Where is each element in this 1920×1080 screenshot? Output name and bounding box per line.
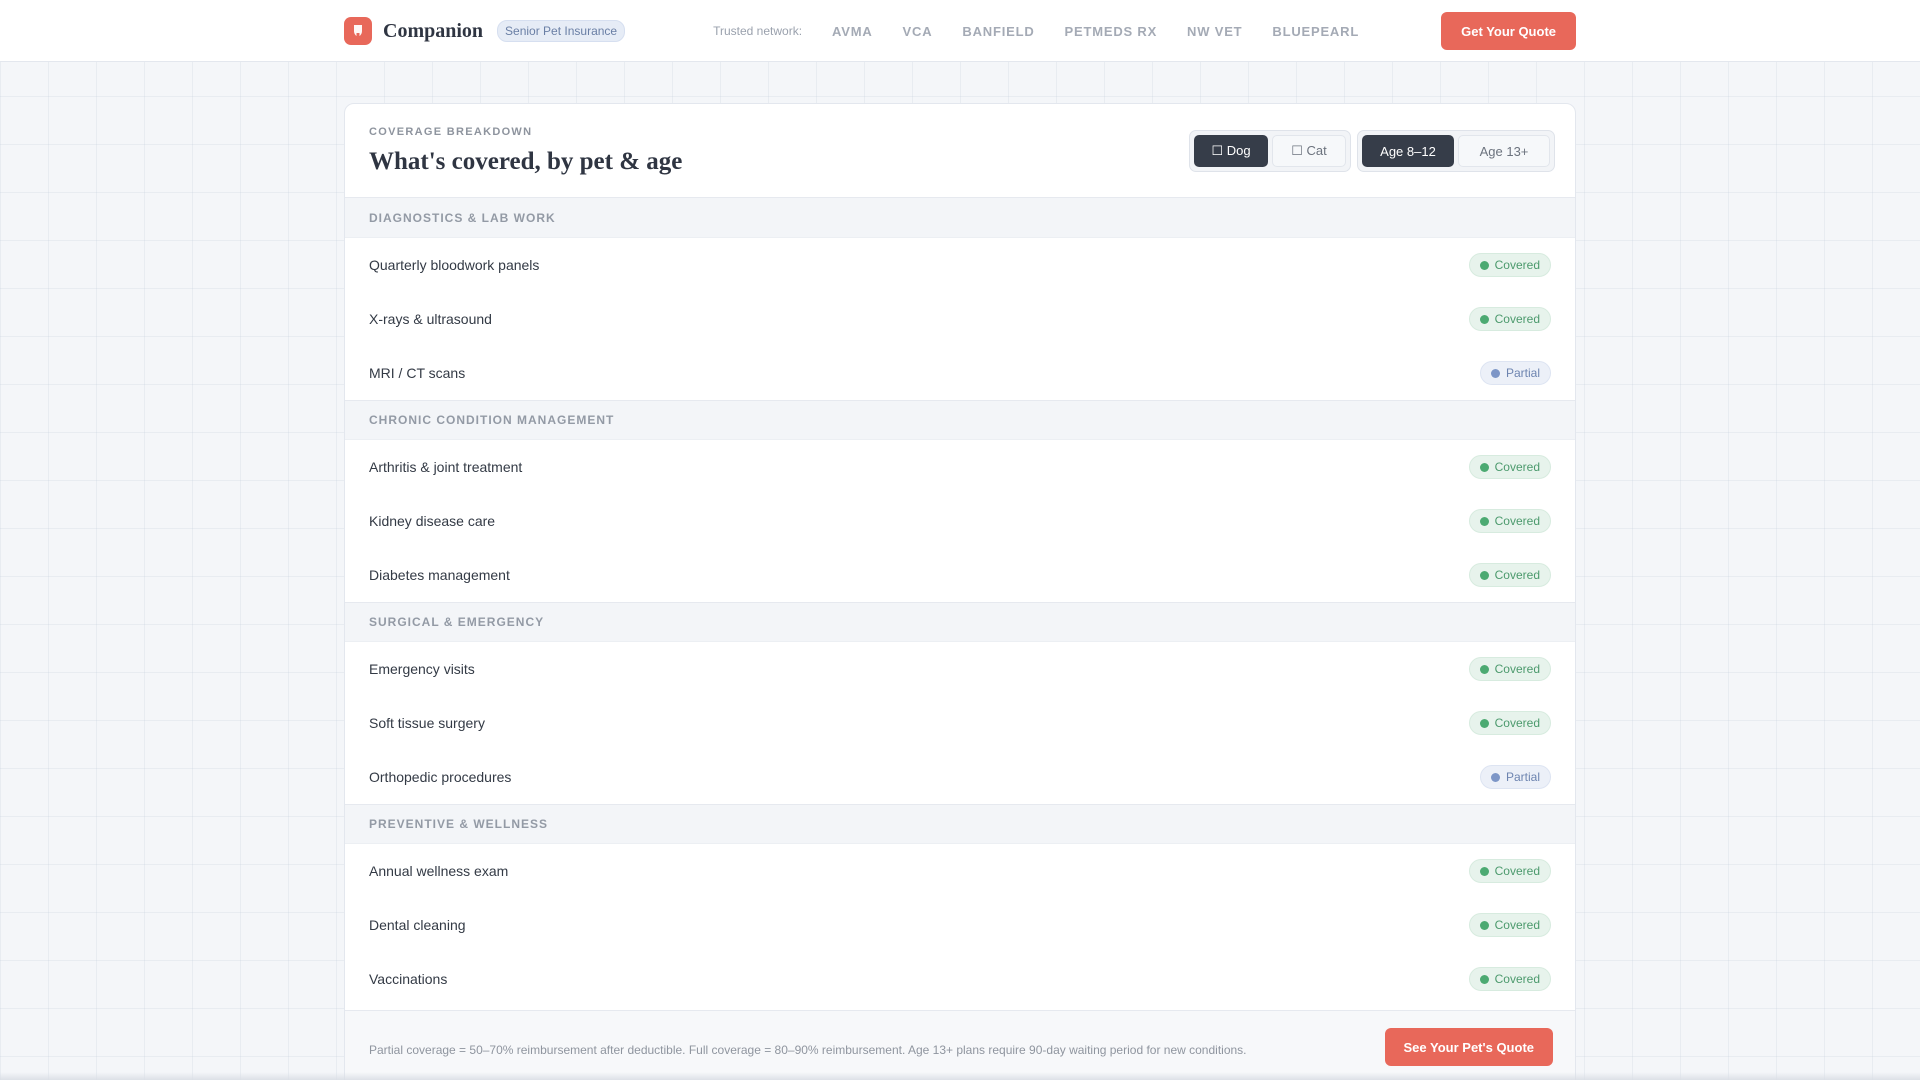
coverage-item-label: Emergency visits	[369, 661, 475, 677]
coverage-item-label: Soft tissue surgery	[369, 715, 485, 731]
coverage-row: Emergency visits Covered	[345, 642, 1575, 696]
coverage-status-text: Covered	[1494, 864, 1540, 878]
trusted-network: Trusted network: AVMA VCA BANFIELD PETME…	[713, 24, 1389, 39]
coverage-row: Kidney disease care Covered	[345, 494, 1575, 548]
age-toggle: Age 8–12 Age 13+	[1357, 130, 1555, 172]
coverage-row: Arthritis & joint treatment Covered	[345, 440, 1575, 494]
coverage-status-text: Covered	[1494, 662, 1540, 676]
coverage-status-text: Covered	[1494, 972, 1540, 986]
top-navigation-inner: Companion Senior Pet Insurance Trusted n…	[344, 0, 1576, 62]
coverage-card-header: COVERAGE BREAKDOWN What's covered, by pe…	[345, 104, 1575, 198]
section-heading: PREVENTIVE & WELLNESS	[345, 804, 1575, 844]
section-heading: SURGICAL & EMERGENCY	[345, 602, 1575, 642]
coverage-footnote: Partial coverage = 50–70% reimbursement …	[369, 1043, 1247, 1057]
coverage-status-text: Covered	[1494, 514, 1540, 528]
coverage-item-label: MRI / CT scans	[369, 365, 466, 381]
coverage-eyebrow: COVERAGE BREAKDOWN	[369, 126, 533, 138]
coverage-row: Dental cleaning Covered	[345, 898, 1575, 952]
coverage-status-text: Partial	[1505, 770, 1540, 784]
coverage-status-text: Covered	[1494, 568, 1540, 582]
coverage-item-label: Diabetes management	[369, 567, 510, 583]
coverage-status-badge: Covered	[1468, 859, 1551, 883]
check-dot-icon	[1479, 974, 1489, 984]
coverage-status-badge: Covered	[1468, 563, 1551, 587]
coverage-status-badge: Covered	[1468, 967, 1551, 991]
half-dot-icon	[1490, 772, 1500, 782]
coverage-row: X-rays & ultrasound Covered	[345, 292, 1575, 346]
age-toggle-8-12[interactable]: Age 8–12	[1362, 135, 1454, 167]
coverage-row: MRI / CT scans Partial	[345, 346, 1575, 400]
network-partner-nwvet: NW VET	[1187, 23, 1243, 39]
bottom-scroll-shade	[0, 1072, 1920, 1080]
coverage-status-badge: Covered	[1468, 253, 1551, 277]
coverage-item-label: Kidney disease care	[369, 513, 496, 529]
coverage-item-label: Quarterly bloodwork panels	[369, 257, 540, 273]
coverage-row: Vaccinations Covered	[345, 952, 1575, 1006]
network-partner-avma: AVMA	[832, 23, 873, 39]
paw-shield-icon-graphic	[354, 25, 362, 37]
coverage-item-label: Annual wellness exam	[369, 863, 509, 879]
product-badge: Senior Pet Insurance	[497, 20, 626, 42]
trusted-network-label: Trusted network:	[713, 24, 803, 38]
network-partner-vca: VCA	[902, 23, 933, 39]
coverage-item-label: Arthritis & joint treatment	[369, 459, 523, 475]
section-heading: CHRONIC CONDITION MANAGEMENT	[345, 400, 1575, 440]
coverage-section: DIAGNOSTICS & LAB WORK Quarterly bloodwor…	[345, 198, 1575, 400]
coverage-status-text: Partial	[1505, 366, 1540, 380]
coverage-status-text: Covered	[1494, 312, 1540, 326]
coverage-row: Diabetes management Covered	[345, 548, 1575, 602]
paw-shield-icon[interactable]	[344, 17, 372, 45]
check-dot-icon	[1479, 570, 1489, 580]
coverage-section: SURGICAL & EMERGENCY Emergency visits Cove…	[345, 602, 1575, 804]
coverage-row: Orthopedic procedures Partial	[345, 750, 1575, 804]
coverage-sections: DIAGNOSTICS & LAB WORK Quarterly bloodwor…	[345, 198, 1575, 1006]
get-quote-button[interactable]: Get Your Quote	[1441, 12, 1576, 50]
coverage-row: Annual wellness exam Covered	[345, 844, 1575, 898]
see-pet-quote-button[interactable]: See Your Pet's Quote	[1384, 1028, 1553, 1066]
half-dot-icon	[1490, 368, 1500, 378]
network-partner-banfield: BANFIELD	[962, 23, 1035, 39]
check-dot-icon	[1479, 462, 1489, 472]
coverage-status-text: Covered	[1494, 716, 1540, 730]
check-dot-icon	[1479, 260, 1489, 270]
coverage-status-text: Covered	[1494, 258, 1540, 272]
coverage-item-label: Dental cleaning	[369, 917, 466, 933]
pet-type-toggle: ☐ Dog ☐ Cat	[1189, 130, 1351, 172]
network-partner-bluepearl: BLUEPEARL	[1272, 23, 1360, 39]
coverage-status-text: Covered	[1494, 918, 1540, 932]
coverage-status-badge: Covered	[1468, 913, 1551, 937]
check-dot-icon	[1479, 718, 1489, 728]
pet-toggle-cat[interactable]: ☐ Cat	[1272, 135, 1346, 167]
coverage-status-text: Covered	[1494, 460, 1540, 474]
coverage-item-label: Vaccinations	[369, 971, 448, 987]
coverage-status-badge: Covered	[1468, 307, 1551, 331]
coverage-status-badge: Covered	[1468, 657, 1551, 681]
coverage-row: Soft tissue surgery Covered	[345, 696, 1575, 750]
coverage-status-badge: Partial	[1479, 765, 1551, 789]
coverage-footer: Partial coverage = 50–70% reimbursement …	[345, 1010, 1575, 1080]
coverage-section: CHRONIC CONDITION MANAGEMENT Arthritis & …	[345, 400, 1575, 602]
coverage-status-badge: Covered	[1468, 509, 1551, 533]
pet-toggle-dog[interactable]: ☐ Dog	[1194, 135, 1268, 167]
age-toggle-13-plus[interactable]: Age 13+	[1458, 135, 1550, 167]
network-partner-petmeds: PETMEDS RX	[1064, 23, 1158, 39]
coverage-card: COVERAGE BREAKDOWN What's covered, by pe…	[344, 103, 1576, 1080]
section-heading: DIAGNOSTICS & LAB WORK	[345, 198, 1575, 238]
check-dot-icon	[1479, 866, 1489, 876]
coverage-status-badge: Covered	[1468, 711, 1551, 735]
check-dot-icon	[1479, 516, 1489, 526]
brand-name[interactable]: Companion	[383, 20, 483, 43]
coverage-title: What's covered, by pet & age	[369, 148, 683, 175]
coverage-section: PREVENTIVE & WELLNESS Annual wellness exa…	[345, 804, 1575, 1006]
coverage-item-label: Orthopedic procedures	[369, 769, 512, 785]
coverage-status-badge: Covered	[1468, 455, 1551, 479]
coverage-status-badge: Partial	[1479, 361, 1551, 385]
top-navigation-bar: Companion Senior Pet Insurance Trusted n…	[0, 0, 1920, 62]
coverage-row: Quarterly bloodwork panels Covered	[345, 238, 1575, 292]
check-dot-icon	[1479, 664, 1489, 674]
check-dot-icon	[1479, 314, 1489, 324]
check-dot-icon	[1479, 920, 1489, 930]
coverage-item-label: X-rays & ultrasound	[369, 311, 492, 327]
